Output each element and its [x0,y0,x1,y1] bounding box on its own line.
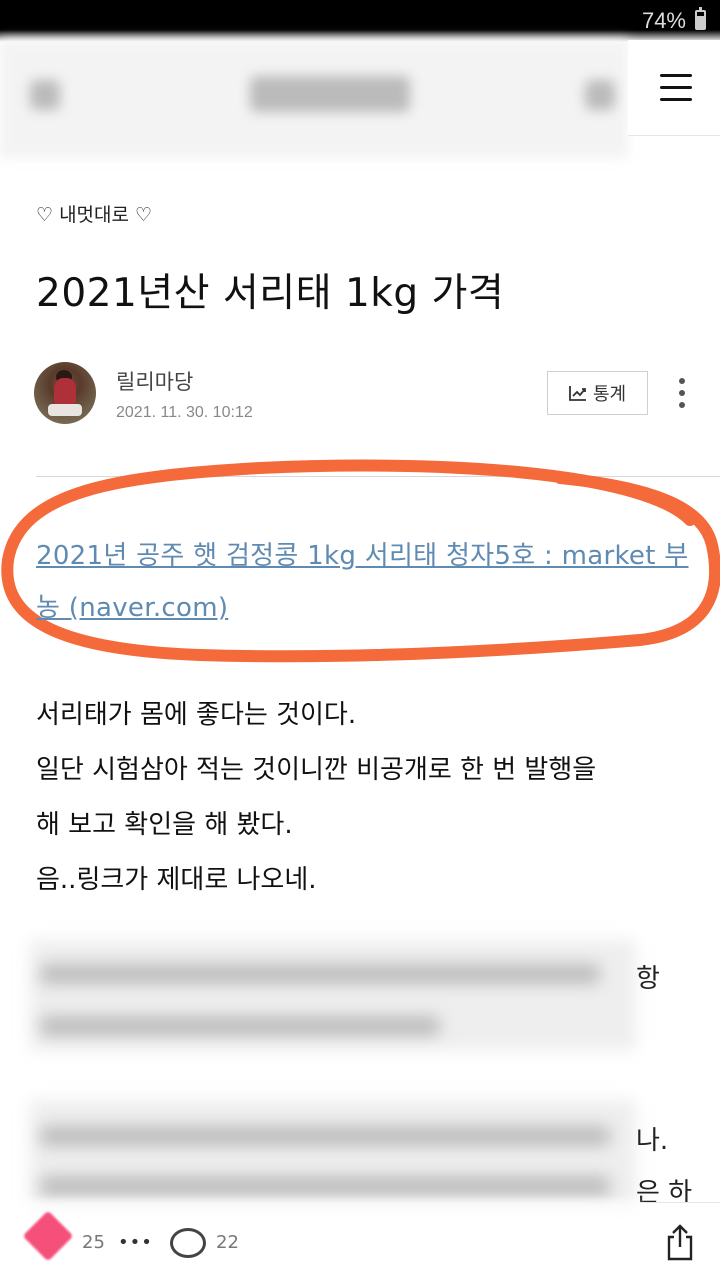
post-body: 서리태가 몸에 좋다는 것이다. 일단 시험삼아 적는 것이니깐 비공개로 한 … [36,688,696,908]
paragraph: 음..링크가 제대로 나오네. [36,865,317,895]
post-date: 2021. 11. 30. 10:12 [116,404,253,421]
author-avatar[interactable] [34,362,96,424]
edge-text: 항 [636,964,660,994]
battery-icon [695,7,706,30]
more-dots[interactable]: ••• [118,1232,153,1253]
chart-icon [569,386,586,401]
menu-button[interactable] [628,40,720,136]
product-link[interactable]: 2021년 공주 햇 검정콩 1kg 서리태 청자5호 : market 부농 … [36,530,690,634]
paragraph: 해 보고 확인을 해 봤다. [36,810,293,840]
hamburger-menu-icon [660,74,692,102]
post-title: 2021년산 서리태 1kg 가격 [36,271,505,316]
comment-count: 22 [216,1232,239,1253]
blurred-content-1 [30,940,636,1050]
more-options-icon[interactable] [676,376,688,410]
stats-label: 통계 [592,384,627,405]
blurred-header [0,40,628,158]
post-category[interactable]: ♡ 내멋대로 ♡ [36,200,152,227]
paragraph: 일단 시험삼아 적는 것이니깐 비공개로 한 번 발행을 [36,755,597,785]
status-bar: 74% [0,0,720,42]
blurred-content-2 [30,1100,636,1210]
comment-icon[interactable] [170,1228,206,1258]
battery-percentage: 74% [641,8,686,33]
share-button[interactable] [640,1202,720,1280]
stats-button[interactable]: 통계 [547,371,648,415]
share-icon [667,1224,693,1261]
author-name[interactable]: 릴리마당 [116,366,193,396]
edge-text: 나. [636,1126,669,1156]
like-count: 25 [82,1232,105,1253]
paragraph: 서리태가 몸에 좋다는 것이다. [36,700,357,730]
